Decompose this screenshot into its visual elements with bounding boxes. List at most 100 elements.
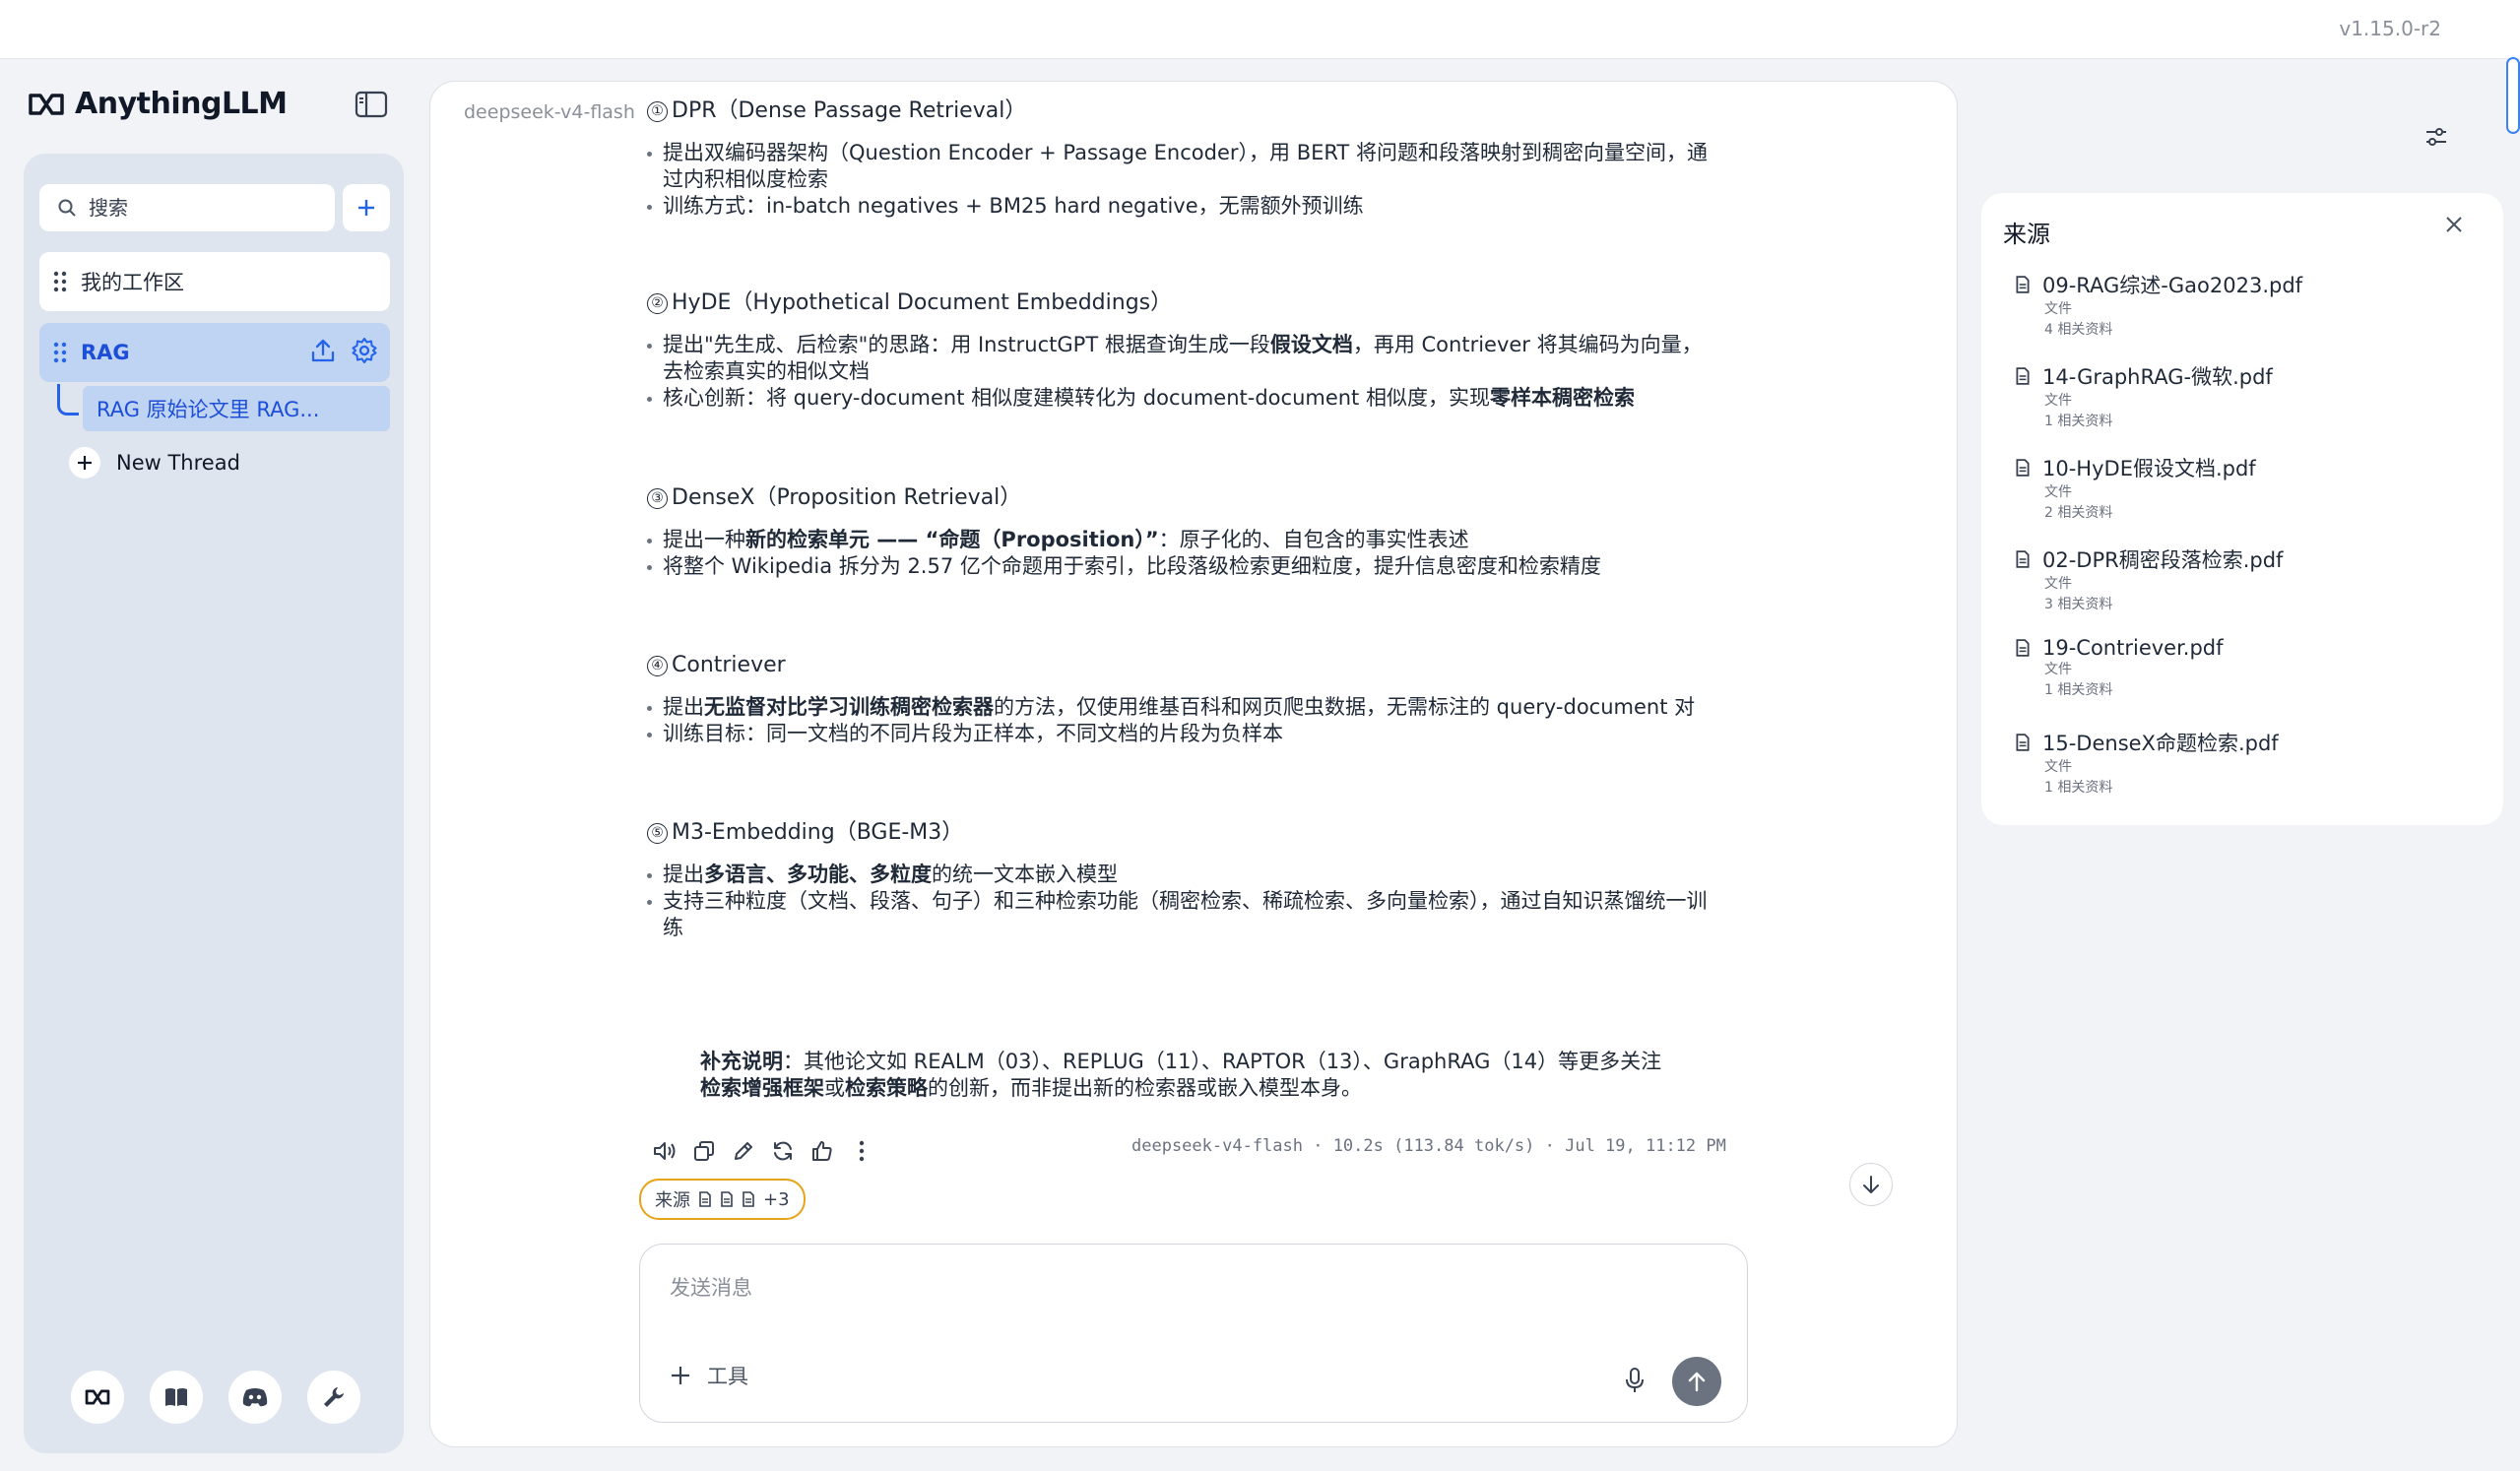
- refresh-icon: [774, 1141, 792, 1161]
- message-input[interactable]: [670, 1272, 1556, 1311]
- message-model-label: deepseek-v4-flash: [464, 101, 635, 123]
- source-type: 文件: [2044, 759, 2072, 775]
- drag-handle-icon[interactable]: [53, 270, 67, 293]
- sidebar-toggle-button[interactable]: [355, 90, 388, 119]
- source-count: 3 相关资料: [2044, 597, 2113, 612]
- file-icon: [743, 1191, 754, 1207]
- thread-title: RAG 原始论文里 RAG...: [97, 398, 320, 421]
- upload-icon[interactable]: [309, 337, 337, 364]
- source-item[interactable]: 10-HyDE假设文档.pdf 文件 2 相关资料: [2015, 453, 2488, 524]
- source-name: 09-RAG综述-Gao2023.pdf: [2042, 274, 2303, 297]
- more-vertical-icon: [859, 1140, 865, 1162]
- tools-button[interactable]: 工具: [670, 1361, 748, 1390]
- tools-label: 工具: [707, 1365, 748, 1388]
- sliders-icon: [2426, 128, 2446, 146]
- sources-chip-label: 来源: [655, 1190, 690, 1211]
- source-type: 文件: [2044, 484, 2072, 500]
- sources-panel: 来源 09-RAG综述-Gao2023.pdf 文件 4 相关资料 14-Gra…: [1981, 193, 2503, 825]
- new-workspace-button[interactable]: [343, 184, 390, 231]
- app-logo: AnythingLLM: [28, 87, 288, 121]
- list-item: 支持三种粒度（文档、段落、句子）和三种检索功能（稠密检索、稀疏检索、多向量检索）…: [647, 888, 1711, 941]
- thread-connector: [57, 384, 79, 416]
- workspace-name: 我的工作区: [81, 271, 184, 294]
- list-item: 训练方式：in-batch negatives + BM25 hard nega…: [647, 193, 1711, 220]
- thread-item-active[interactable]: RAG 原始论文里 RAG...: [83, 386, 390, 431]
- source-item[interactable]: 14-GraphRAG-微软.pdf 文件 1 相关资料: [2015, 361, 2488, 432]
- workspace-item-rag[interactable]: RAG: [39, 323, 390, 382]
- app-version: v1.15.0-r2: [2339, 17, 2441, 40]
- workspace-search[interactable]: [39, 184, 335, 231]
- app-name: AnythingLLM: [75, 87, 288, 121]
- list-item: 提出"先生成、后检索"的思路：用 InstructGPT 根据查询生成一段假设文…: [647, 332, 1711, 385]
- section-title: ⑤ M3-Embedding（BGE-M3）: [647, 819, 1711, 846]
- speaker-icon: [654, 1142, 676, 1160]
- speak-button[interactable]: [651, 1137, 678, 1165]
- discord-button[interactable]: [228, 1371, 282, 1424]
- plus-icon: [358, 200, 374, 216]
- source-count: 1 相关资料: [2044, 682, 2113, 698]
- more-options-button[interactable]: [848, 1137, 875, 1165]
- scroll-to-bottom-button[interactable]: [1849, 1163, 1893, 1206]
- workspace-item-my-workspace[interactable]: 我的工作区: [39, 252, 390, 311]
- section-title: ② HyDE（Hypothetical Document Embeddings）: [647, 289, 1711, 316]
- workspace-name: RAG: [81, 341, 130, 364]
- file-icon: [2016, 639, 2030, 657]
- voice-input-button[interactable]: [1625, 1367, 1645, 1394]
- pencil-icon: [735, 1142, 752, 1160]
- drag-handle-icon[interactable]: [53, 341, 67, 364]
- source-count: 1 相关资料: [2044, 780, 2113, 796]
- edit-button[interactable]: [730, 1137, 757, 1165]
- new-thread-label: New Thread: [116, 451, 240, 475]
- section-densex: ③ DenseX（Proposition Retrieval） 提出一种新的检索单…: [647, 484, 1711, 580]
- file-icon: [721, 1191, 733, 1207]
- page-scrollbar[interactable]: [2506, 57, 2520, 134]
- gear-icon[interactable]: [351, 337, 378, 364]
- sources-chip[interactable]: 来源 +3: [639, 1179, 806, 1220]
- source-item[interactable]: 02-DPR稠密段落检索.pdf 文件 3 相关资料: [2015, 544, 2488, 615]
- source-item[interactable]: 09-RAG综述-Gao2023.pdf 文件 4 相关资料: [2015, 270, 2488, 341]
- thumbs-up-button[interactable]: [808, 1137, 836, 1165]
- wrench-icon: [324, 1387, 344, 1407]
- chat-settings-button[interactable]: [2424, 126, 2448, 148]
- section-m3-embedding: ⑤ M3-Embedding（BGE-M3） 提出多语言、多功能、多粒度的统一文本…: [647, 819, 1711, 941]
- settings-button[interactable]: [307, 1371, 360, 1424]
- home-button[interactable]: [71, 1371, 124, 1424]
- search-input[interactable]: [89, 196, 305, 220]
- search-icon: [58, 199, 76, 217]
- docs-button[interactable]: [150, 1371, 203, 1424]
- source-count: 2 相关资料: [2044, 505, 2113, 521]
- new-thread-button[interactable]: New Thread: [69, 447, 240, 479]
- sidebar-footer: [71, 1371, 360, 1424]
- file-icon: [699, 1191, 711, 1207]
- regenerate-button[interactable]: [769, 1137, 797, 1165]
- list-item: 训练目标：同一文档的不同片段为正样本，不同文档的片段为负样本: [647, 721, 1711, 747]
- section-title: ③ DenseX（Proposition Retrieval）: [647, 484, 1711, 511]
- section-title: ④ Contriever: [647, 652, 1711, 678]
- copy-button[interactable]: [690, 1137, 718, 1165]
- list-item: 提出一种新的检索单元 —— “命题（Proposition）”：原子化的、自包含…: [647, 527, 1711, 553]
- source-name: 15-DenseX命题检索.pdf: [2042, 732, 2279, 755]
- microphone-icon: [1626, 1368, 1644, 1392]
- source-count: 1 相关资料: [2044, 414, 2113, 429]
- source-item[interactable]: 19-Contriever.pdf 文件 1 相关资料: [2015, 636, 2488, 701]
- message-composer: 工具: [639, 1244, 1748, 1423]
- list-item: 提出多语言、多功能、多粒度的统一文本嵌入模型: [647, 862, 1711, 888]
- source-type: 文件: [2044, 301, 2072, 317]
- send-button[interactable]: [1672, 1357, 1721, 1406]
- source-name: 10-HyDE假设文档.pdf: [2042, 457, 2256, 480]
- workspace-sidebar: 我的工作区 RAG RAG 原始论文里 RAG...: [24, 154, 404, 1453]
- source-count: 4 相关资料: [2044, 322, 2113, 338]
- source-name: 14-GraphRAG-微软.pdf: [2042, 365, 2273, 389]
- section-title: ① DPR（Dense Passage Retrieval）: [647, 97, 1711, 124]
- plus-icon: [69, 447, 100, 479]
- source-item[interactable]: 15-DenseX命题检索.pdf 文件 1 相关资料: [2015, 728, 2488, 799]
- section-hyde: ② HyDE（Hypothetical Document Embeddings） …: [647, 289, 1711, 412]
- file-icon: [2016, 367, 2030, 385]
- section-dpr: ① DPR（Dense Passage Retrieval） 提出双编码器架构（Q…: [647, 97, 1711, 220]
- source-type: 文件: [2044, 393, 2072, 409]
- discord-icon: [242, 1388, 268, 1407]
- anythingllm-logo-icon: [85, 1389, 110, 1405]
- list-item: 核心创新：将 query-document 相似度建模转化为 document-…: [647, 385, 1711, 412]
- close-sources-button[interactable]: [2444, 215, 2464, 234]
- list-item: 提出无监督对比学习训练稠密检索器的方法，仅使用维基百科和网页爬虫数据，无需标注的…: [647, 694, 1711, 721]
